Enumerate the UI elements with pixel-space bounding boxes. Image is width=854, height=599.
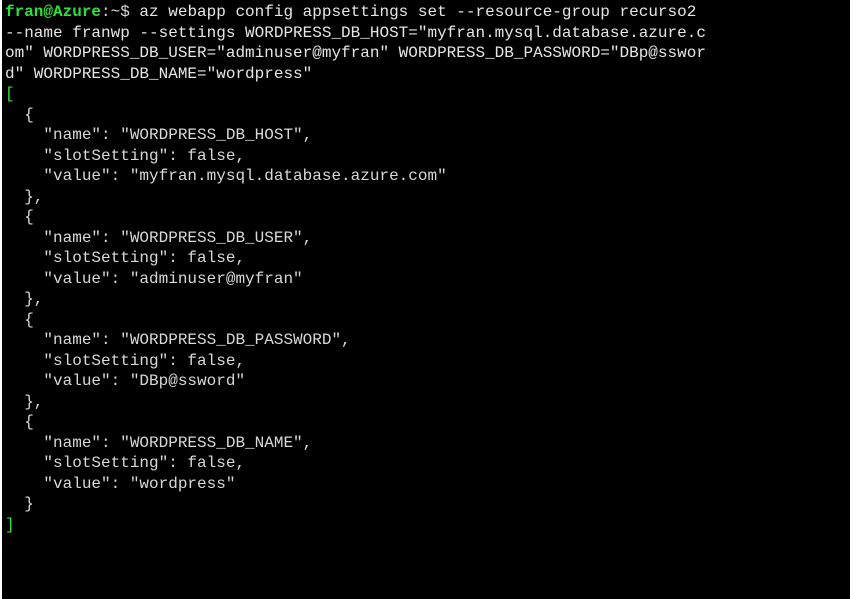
output-close-bracket: ] [5, 515, 15, 534]
output-line: "value": "wordpress" [5, 474, 236, 493]
output-line: "value": "DBp@ssword" [5, 372, 246, 390]
output-line: "name": "WORDPRESS_DB_PASSWORD", [5, 331, 351, 349]
command-continuation: om" WORDPRESS_DB_USER="adminuser@myfran"… [5, 44, 706, 62]
prompt-path: :~$ [101, 3, 130, 21]
output-line: "slotSetting": false, [5, 454, 246, 472]
output-line: "name": "WORDPRESS_DB_USER", [5, 228, 313, 247]
command-continuation: --name franwp --settings WORDPRESS_DB_HO… [5, 23, 706, 42]
prompt-line: fran@Azure:~$ az webapp config appsettin… [5, 2, 850, 23]
command-continuation: d" WORDPRESS_DB_NAME="wordpress" [5, 64, 313, 83]
output-line: }, [5, 290, 44, 308]
output-line: { [5, 310, 34, 329]
command-text: az webapp config appsettings set --resou… [129, 3, 697, 21]
output-line: "slotSetting": false, [5, 351, 246, 370]
output-line: } [5, 495, 34, 513]
output-line: { [5, 208, 34, 226]
output-line: { [5, 105, 34, 124]
output-line: "name": "WORDPRESS_DB_HOST", [5, 126, 313, 144]
output-open-bracket: [ [5, 85, 15, 103]
output-line: }, [5, 187, 44, 206]
output-line: "name": "WORDPRESS_DB_NAME", [5, 433, 313, 452]
output-line: "value": "adminuser@myfran" [5, 269, 303, 288]
output-line: { [5, 413, 34, 431]
output-line: "slotSetting": false, [5, 249, 246, 267]
prompt-user-host: fran@Azure [5, 3, 102, 21]
output-line: }, [5, 392, 44, 411]
screenshot-frame: fran@Azure:~$ az webapp config appsettin… [0, 0, 854, 599]
terminal-window[interactable]: fran@Azure:~$ az webapp config appsettin… [2, 0, 850, 599]
output-line: "value": "myfran.mysql.database.azure.co… [5, 167, 447, 185]
output-line: "slotSetting": false, [5, 146, 246, 165]
